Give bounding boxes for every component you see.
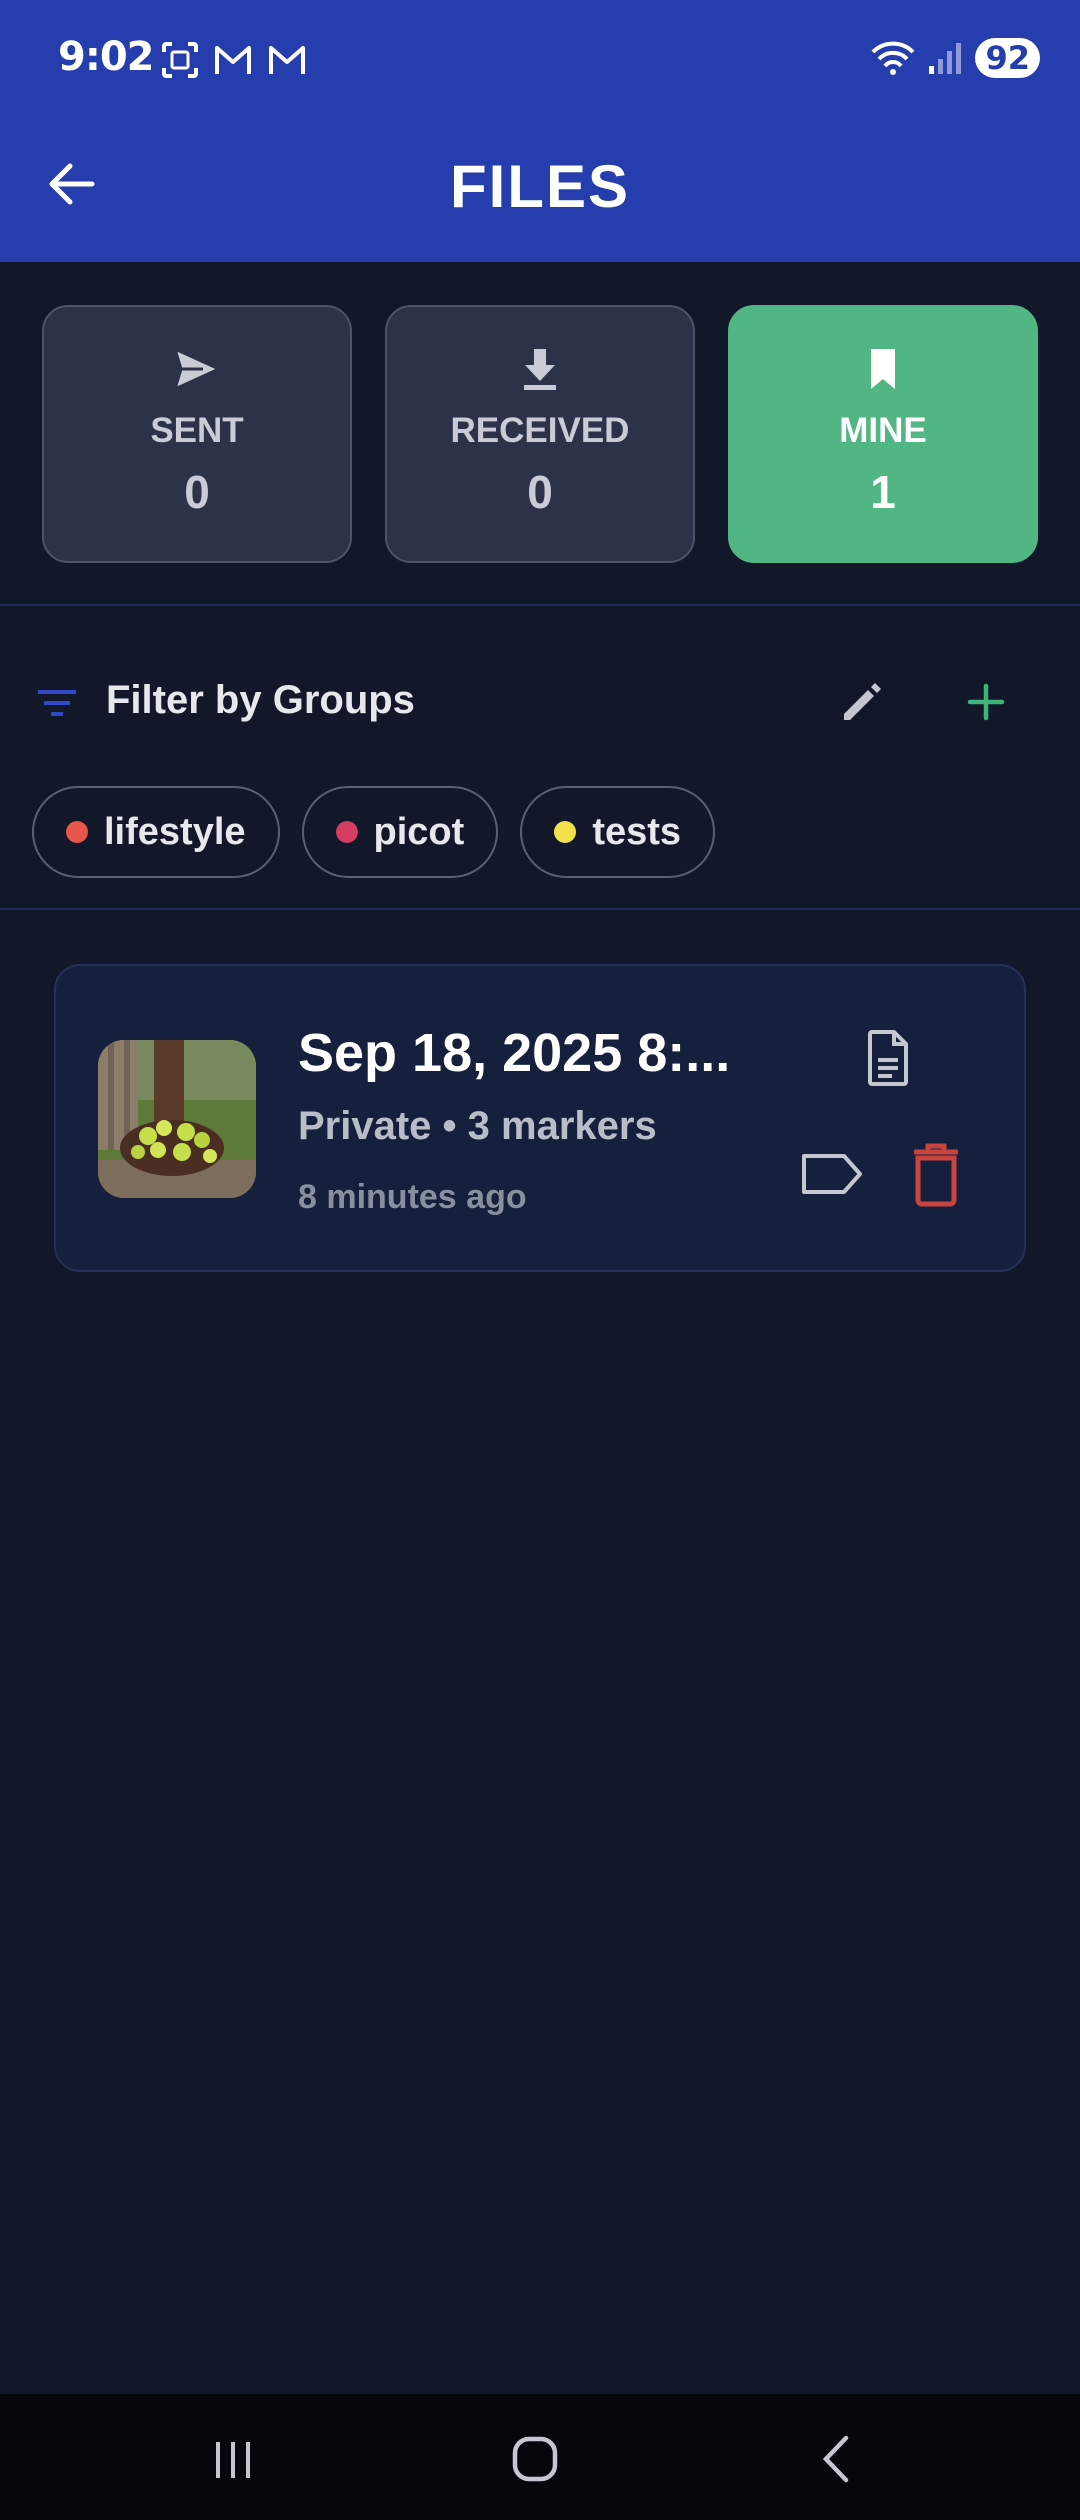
sent-tab[interactable]: SENT 0 bbox=[42, 305, 352, 563]
group-color-dot bbox=[335, 821, 358, 843]
home-icon[interactable] bbox=[500, 2424, 570, 2494]
group-chip-picot[interactable]: picot bbox=[301, 786, 499, 878]
group-chip-label: lifestyle bbox=[104, 810, 246, 853]
group-chips: lifestyle picot tests bbox=[32, 786, 716, 878]
document-icon[interactable] bbox=[856, 1026, 920, 1090]
send-icon bbox=[173, 347, 221, 391]
filter-icon bbox=[38, 690, 76, 716]
status-bar: 9:02 92 bbox=[0, 0, 1080, 120]
file-timestamp: 8 minutes ago bbox=[298, 1178, 527, 1216]
group-chip-label: picot bbox=[373, 810, 465, 853]
battery-indicator: 92 bbox=[975, 38, 1040, 78]
filter-by-groups-label: Filter by Groups bbox=[106, 678, 415, 722]
divider bbox=[0, 908, 1080, 910]
sent-label: SENT bbox=[150, 411, 244, 450]
sent-count: 0 bbox=[184, 466, 210, 518]
status-time: 9:02 bbox=[58, 34, 154, 80]
system-navigation-bar bbox=[0, 2394, 1080, 2520]
recent-apps-icon[interactable] bbox=[198, 2424, 268, 2494]
page-title: FILES bbox=[449, 153, 630, 220]
divider bbox=[0, 604, 1080, 606]
file-title: Sep 18, 2025 8:... bbox=[298, 1023, 731, 1083]
group-color-dot bbox=[554, 821, 577, 843]
signal-icon bbox=[929, 43, 962, 74]
file-subtitle: Private • 3 markers bbox=[298, 1104, 657, 1148]
app-header: 9:02 92 FILES bbox=[0, 0, 1080, 262]
download-icon bbox=[524, 349, 556, 390]
mine-label: MINE bbox=[839, 411, 927, 450]
screenshot-icon bbox=[162, 42, 198, 78]
gmail-icon bbox=[269, 46, 305, 74]
group-chip-tests[interactable]: tests bbox=[520, 786, 716, 878]
back-nav-icon[interactable] bbox=[802, 2424, 872, 2494]
received-count: 0 bbox=[527, 466, 553, 518]
tag-icon[interactable] bbox=[796, 1142, 868, 1206]
file-card[interactable]: Sep 18, 2025 8:... Private • 3 markers 8… bbox=[54, 964, 1026, 1272]
wifi-icon bbox=[872, 41, 915, 75]
received-tab[interactable]: RECEIVED 0 bbox=[385, 305, 695, 563]
notification-icons bbox=[160, 40, 308, 80]
mine-count: 1 bbox=[870, 466, 896, 518]
delete-icon[interactable] bbox=[904, 1138, 968, 1208]
stats-row: SENT 0 RECEIVED 0 MINE 1 bbox=[42, 305, 1038, 563]
bookmark-icon bbox=[871, 349, 895, 389]
group-color-dot bbox=[66, 821, 88, 843]
mine-tab[interactable]: MINE 1 bbox=[728, 305, 1038, 563]
received-label: RECEIVED bbox=[450, 411, 630, 450]
group-chip-lifestyle[interactable]: lifestyle bbox=[32, 786, 280, 878]
group-chip-label: tests bbox=[592, 810, 682, 853]
gmail-icon bbox=[215, 46, 251, 74]
system-icons: 92 bbox=[871, 38, 1040, 78]
edit-groups-icon[interactable] bbox=[834, 674, 890, 730]
add-group-icon[interactable] bbox=[958, 674, 1014, 730]
file-thumbnail bbox=[98, 1040, 256, 1198]
